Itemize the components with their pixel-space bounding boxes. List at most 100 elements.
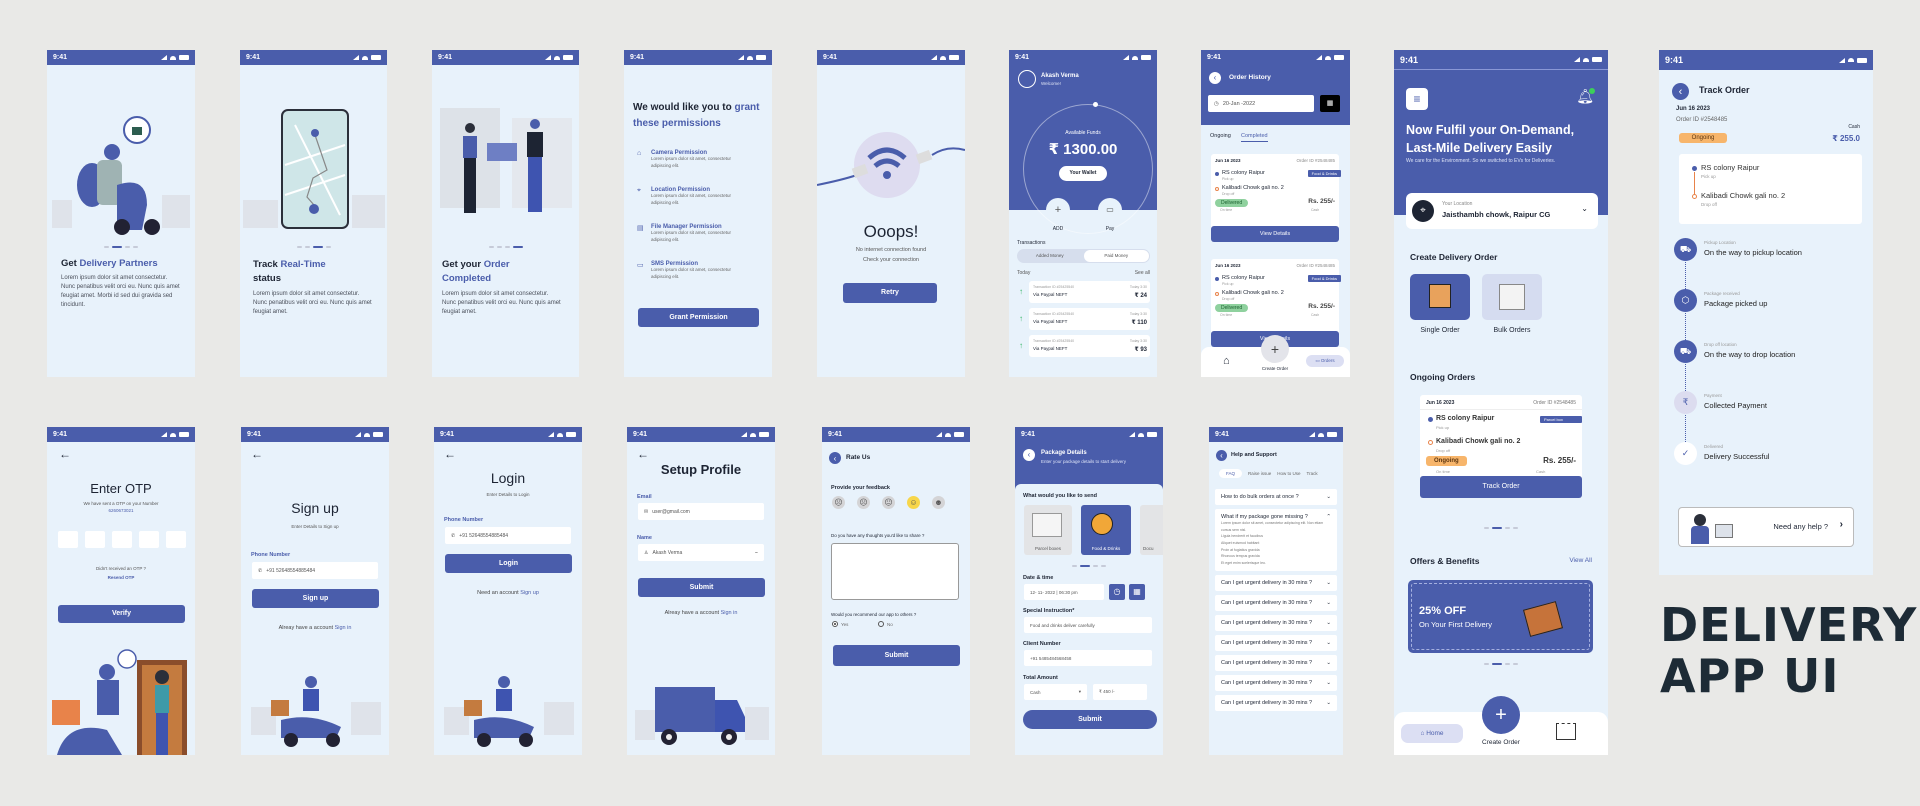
- faq-item[interactable]: Can I get urgent delivery in 30 mins ? ⌄: [1215, 675, 1337, 692]
- rating-face-1-icon[interactable]: ☹: [832, 496, 845, 509]
- date-picker-button[interactable]: ▦: [1129, 584, 1145, 600]
- faq-item[interactable]: How to do bulk orders at once ? ⌄: [1215, 489, 1337, 505]
- eye-closed-icon[interactable]: ⌣: [755, 550, 758, 556]
- calendar-button[interactable]: ▦: [1320, 95, 1340, 112]
- nav-orders-button[interactable]: ▭ Orders: [1306, 355, 1344, 367]
- nav-home-button[interactable]: ⌂ Home: [1401, 724, 1463, 743]
- faq-item[interactable]: Can I get urgent delivery in 30 mins ? ⌄: [1215, 655, 1337, 672]
- transaction-row[interactable]: ↑ Transaction ID #25425540 Via Paypal NE…: [1017, 335, 1151, 359]
- help-tab[interactable]: FAQ: [1219, 469, 1243, 478]
- type-documents[interactable]: Docu: [1140, 505, 1163, 555]
- pickup-label: Pick up: [1222, 282, 1234, 286]
- submit-button[interactable]: Submit: [638, 578, 765, 597]
- feedback-textarea[interactable]: [831, 543, 959, 600]
- error-title: Ooops!: [863, 222, 919, 241]
- view-all-link[interactable]: View All: [1569, 557, 1592, 564]
- tab-ongoing[interactable]: Ongoing: [1210, 133, 1231, 139]
- view-details-button[interactable]: View Details: [1211, 226, 1339, 242]
- client-number-input[interactable]: +91 5485484568458: [1024, 650, 1152, 666]
- date-field[interactable]: ◷ 20-Jan -2022: [1208, 95, 1314, 112]
- faq-item[interactable]: What if my package gone missing ? ⌃ Lorem …: [1215, 509, 1337, 572]
- create-order-fab[interactable]: +: [1261, 335, 1289, 363]
- back-arrow-icon[interactable]: ←: [59, 447, 71, 461]
- add-money-button[interactable]: +: [1046, 198, 1070, 222]
- onboarding-title: Track Real-Time status: [253, 259, 326, 284]
- otp-digit-3[interactable]: [112, 531, 132, 548]
- email-input[interactable]: ✉ user@gmail.com: [638, 503, 764, 520]
- back-button[interactable]: ‹: [829, 452, 841, 464]
- back-button[interactable]: ‹: [1023, 449, 1035, 461]
- payment-mode-select[interactable]: Cash ▾: [1024, 684, 1087, 700]
- signin-link[interactable]: Sign in: [335, 625, 352, 631]
- rating-face-4-icon[interactable]: ☺: [907, 496, 920, 509]
- amount-input[interactable]: ₹ 450 /-: [1093, 684, 1147, 700]
- tab-paid-money[interactable]: Paid Money: [1083, 250, 1149, 262]
- rating-face-2-icon[interactable]: ☹: [857, 496, 870, 509]
- otp-digit-1[interactable]: [58, 531, 78, 548]
- avatar[interactable]: [1018, 70, 1036, 88]
- phone-input[interactable]: ✆ +91 52648554885484: [252, 562, 378, 579]
- faq-item[interactable]: Can I get urgent delivery in 30 mins ? ⌄: [1215, 695, 1337, 712]
- submit-button[interactable]: Submit: [1023, 710, 1157, 729]
- brand-title-line-2: APP UI: [1660, 648, 1840, 703]
- phone-label: Phone Number: [444, 517, 484, 523]
- phone-input[interactable]: ✆ +91 52648554885484: [445, 527, 571, 544]
- faq-item[interactable]: Can I get urgent delivery in 30 mins ? ⌄: [1215, 635, 1337, 652]
- notification-button[interactable]: 🔔︎: [1576, 88, 1595, 105]
- login-button[interactable]: Login: [445, 554, 572, 573]
- faq-item[interactable]: Can I get urgent delivery in 30 mins ? ⌄: [1215, 595, 1337, 612]
- single-order-button[interactable]: [1410, 274, 1470, 320]
- tab-completed[interactable]: Completed: [1241, 133, 1268, 142]
- offer-banner[interactable]: 25% OFF On Your First Delivery: [1408, 580, 1593, 653]
- help-tab[interactable]: How to Use: [1277, 469, 1300, 478]
- rating-face-3-icon[interactable]: 😐︎: [882, 496, 895, 509]
- grant-permission-button[interactable]: Grant Permission: [638, 308, 759, 327]
- rating-face-5-icon[interactable]: ☻: [932, 496, 945, 509]
- retry-button[interactable]: Retry: [843, 283, 937, 303]
- back-button[interactable]: ‹: [1672, 83, 1689, 100]
- signin-link[interactable]: Sign in: [721, 610, 738, 616]
- otp-digit-5[interactable]: [166, 531, 186, 548]
- your-wallet-button[interactable]: Your Wallet: [1059, 166, 1107, 181]
- bulk-orders-button[interactable]: [1482, 274, 1542, 320]
- help-tab[interactable]: Track: [1307, 469, 1318, 478]
- help-tab[interactable]: Raise issue: [1248, 469, 1271, 478]
- back-arrow-icon[interactable]: ←: [637, 447, 649, 461]
- time-picker-button[interactable]: ◷: [1109, 584, 1125, 600]
- back-button[interactable]: ‹: [1216, 450, 1227, 461]
- location-selector[interactable]: ⌖ Your Location Jaisthambh chowk, Raipur…: [1406, 193, 1598, 229]
- instruction-input[interactable]: Food and drinks deliver carefully: [1024, 617, 1152, 633]
- submit-button[interactable]: Submit: [833, 645, 960, 666]
- verify-button[interactable]: Verify: [58, 605, 185, 623]
- track-order-button[interactable]: Track Order: [1420, 476, 1582, 498]
- transaction-row[interactable]: ↑ Transaction ID #25425540 Via Paypal NE…: [1017, 308, 1151, 332]
- transaction-row[interactable]: ↑ Transaction ID #25425540 Via Paypal NE…: [1017, 281, 1151, 305]
- see-all-link[interactable]: See all: [1135, 270, 1150, 276]
- nav-home-icon[interactable]: ⌂: [1223, 355, 1230, 367]
- need-help-button[interactable]: Need any help ? ›: [1678, 507, 1854, 547]
- back-arrow-icon[interactable]: ←: [251, 447, 263, 461]
- nav-orders-icon[interactable]: [1556, 723, 1576, 740]
- parcel-boxes-icon: [1032, 513, 1062, 537]
- name-input[interactable]: ♙ Akash Verma ⌣: [638, 544, 764, 561]
- back-arrow-icon[interactable]: ←: [444, 447, 456, 461]
- otp-digit-2[interactable]: [85, 531, 105, 548]
- signup-link[interactable]: Sign up: [520, 590, 539, 596]
- resend-otp-link[interactable]: Resend OTP: [47, 575, 195, 580]
- back-button[interactable]: ‹: [1209, 72, 1221, 84]
- create-order-fab[interactable]: +: [1482, 696, 1520, 734]
- otp-digit-4[interactable]: [139, 531, 159, 548]
- type-parcel-boxes[interactable]: Parcel boxes: [1024, 505, 1072, 555]
- faq-item[interactable]: Can I get urgent delivery in 30 mins ? ⌄: [1215, 615, 1337, 632]
- drop-address: Kalibadi Chowk gali no. 2: [1222, 290, 1284, 296]
- signup-button[interactable]: Sign up: [252, 589, 379, 608]
- tab-added-money[interactable]: Added Money: [1017, 249, 1083, 263]
- menu-button[interactable]: ≡: [1406, 88, 1428, 110]
- pay-button[interactable]: ▭: [1098, 198, 1122, 222]
- faq-item[interactable]: Can I get urgent delivery in 30 mins ? ⌄: [1215, 575, 1337, 592]
- radio-yes[interactable]: Yes: [832, 621, 848, 627]
- transaction-tabs: Added Money Paid Money: [1017, 249, 1150, 263]
- radio-no[interactable]: No: [878, 621, 893, 627]
- date-input[interactable]: 12- 11- 2022 | 06:30 pm: [1024, 584, 1104, 600]
- type-food-drinks[interactable]: Food & Drinks: [1081, 505, 1131, 555]
